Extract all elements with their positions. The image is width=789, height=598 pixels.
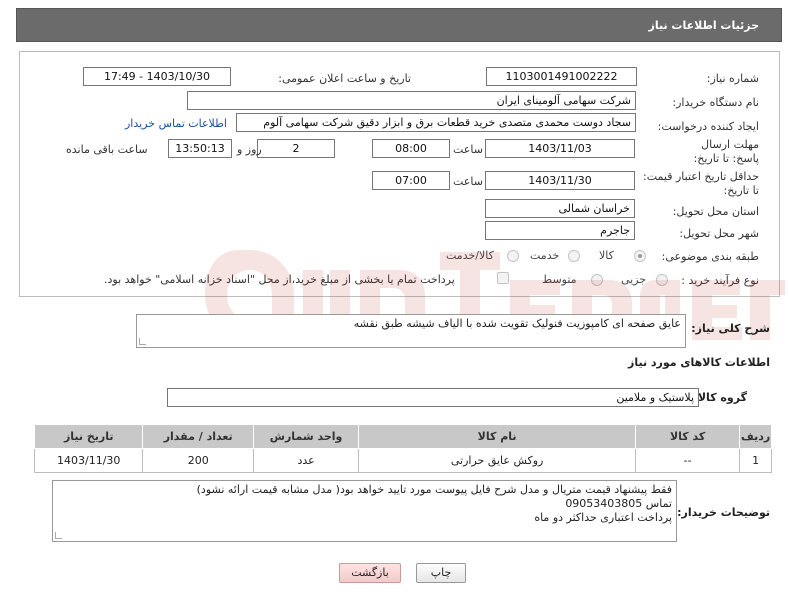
buyer-notes-line: پرداخت اعتباری حداکثر دو ماه: [534, 511, 672, 524]
category-option-goods: کالا: [599, 249, 614, 262]
reply-deadline-label: مهلت ارسال پاسخ: تا تاریخ:: [693, 138, 759, 165]
buyer-contact-link[interactable]: اطلاعات تماس خریدار: [125, 117, 227, 130]
purchase-type-radio-medium[interactable]: [591, 274, 603, 286]
table-row[interactable]: 1 -- روکش عایق حرارتی عدد 200 1403/11/30: [33, 448, 772, 473]
cell-qty: 200: [142, 448, 254, 473]
category-option-service: خدمت: [530, 249, 560, 262]
resize-grip-icon[interactable]: [139, 338, 146, 345]
purchase-type-radio-minor[interactable]: [656, 274, 668, 286]
category-label: طبقه بندی موضوعی:: [661, 250, 759, 263]
purchase-type-option-minor: جزیی: [621, 273, 647, 286]
goods-group-field[interactable]: پلاستیک و ملامین: [167, 388, 699, 407]
reply-date-field[interactable]: 1403/11/03: [485, 139, 635, 158]
cell-row: 1: [739, 448, 772, 473]
back-button[interactable]: بازگشت: [339, 563, 401, 583]
treasury-payment-note: پرداخت تمام یا بخشی از مبلغ خرید،از محل …: [104, 273, 455, 286]
cell-name: روکش عایق حرارتی: [358, 448, 637, 473]
page-title: جزئیات اطلاعات نیاز: [648, 19, 760, 32]
price-validity-label: حداقل تاریخ اعتبار قیمت: تا تاریخ:: [643, 170, 759, 197]
items-table-header: ردیف کد کالا نام کالا واحد شمارش تعداد /…: [33, 424, 772, 449]
delivery-city-label: شهر محل تحویل:: [679, 227, 759, 240]
cell-date: 1403/11/30: [33, 448, 144, 473]
goods-group-label: گروه کالا:: [693, 391, 747, 404]
buyer-notes-textarea[interactable]: فقط پیشنهاد قیمت متریال و مدل شرح فایل پ…: [52, 480, 677, 542]
requester-label: ایجاد کننده درخواست:: [657, 120, 759, 133]
col-qty: تعداد / مقدار: [142, 424, 254, 449]
need-details-panel: شماره نیاز: 1103001491002222 تاریخ و ساع…: [19, 51, 780, 297]
price-validity-time-label: ساعت: [453, 175, 483, 188]
purchase-type-label: نوع فرآیند خرید :: [681, 274, 759, 287]
cell-unit: عدد: [252, 448, 360, 473]
remaining-time-label: ساعت باقی مانده: [66, 143, 148, 156]
buyer-notes-label: توضیحات خریدار:: [677, 506, 770, 519]
resize-grip-icon[interactable]: [55, 532, 62, 539]
buyer-notes-line: فقط پیشنهاد قیمت متریال و مدل شرح فایل پ…: [196, 483, 672, 496]
col-name: نام کالا: [358, 424, 637, 449]
reply-time-field[interactable]: 08:00: [372, 139, 450, 158]
delivery-province-label: استان محل تحویل:: [672, 205, 759, 218]
remaining-time-field[interactable]: 13:50:13: [168, 139, 232, 158]
buyer-notes-line: تماس 09053403805: [565, 497, 672, 510]
need-number-label: شماره نیاز:: [706, 72, 759, 85]
description-textarea[interactable]: عایق صفحه ای کامپوزیت فنولیک تقویت شده ب…: [136, 314, 686, 348]
need-number-field[interactable]: 1103001491002222: [486, 67, 637, 86]
treasury-payment-checkbox[interactable]: [497, 272, 509, 284]
delivery-province-field[interactable]: خراسان شمالی: [485, 199, 635, 218]
price-validity-date-field[interactable]: 1403/11/30: [485, 171, 635, 190]
page-header: جزئیات اطلاعات نیاز: [16, 8, 782, 42]
category-radio-goods-service[interactable]: [507, 250, 519, 262]
reply-days-label: روز و: [237, 143, 262, 156]
announce-datetime-field[interactable]: 1403/10/30 - 17:49: [83, 67, 231, 86]
description-text: عایق صفحه ای کامپوزیت فنولیک تقویت شده ب…: [353, 317, 681, 330]
category-radio-goods[interactable]: [634, 250, 646, 262]
buyer-org-label: نام دستگاه خریدار:: [672, 96, 759, 109]
reply-days-field[interactable]: 2: [257, 139, 335, 158]
items-table: ردیف کد کالا نام کالا واحد شمارش تعداد /…: [33, 424, 772, 473]
announce-datetime-label: تاریخ و ساعت اعلان عمومی:: [278, 72, 411, 85]
delivery-city-field[interactable]: جاجرم: [485, 221, 635, 240]
purchase-type-option-medium: متوسط: [542, 273, 577, 286]
col-date: تاریخ نیاز: [33, 424, 144, 449]
col-unit: واحد شمارش: [252, 424, 360, 449]
requester-field[interactable]: سجاد دوست محمدی متصدی خرید قطعات برق و ا…: [236, 113, 636, 132]
price-validity-time-field[interactable]: 07:00: [372, 171, 450, 190]
col-row: ردیف: [739, 424, 772, 449]
description-label: شرح کلی نیاز:: [691, 322, 770, 335]
col-code: کد کالا: [635, 424, 741, 449]
buyer-org-field[interactable]: شرکت سهامی آلومینای ایران: [187, 91, 636, 110]
category-option-goods-service: کالا/خدمت: [446, 249, 494, 262]
reply-time-label: ساعت: [453, 143, 483, 156]
print-button[interactable]: چاپ: [416, 563, 466, 583]
goods-info-title: اطلاعات کالاهای مورد نیاز: [628, 356, 770, 369]
cell-code: --: [635, 448, 741, 473]
category-radio-service[interactable]: [568, 250, 580, 262]
